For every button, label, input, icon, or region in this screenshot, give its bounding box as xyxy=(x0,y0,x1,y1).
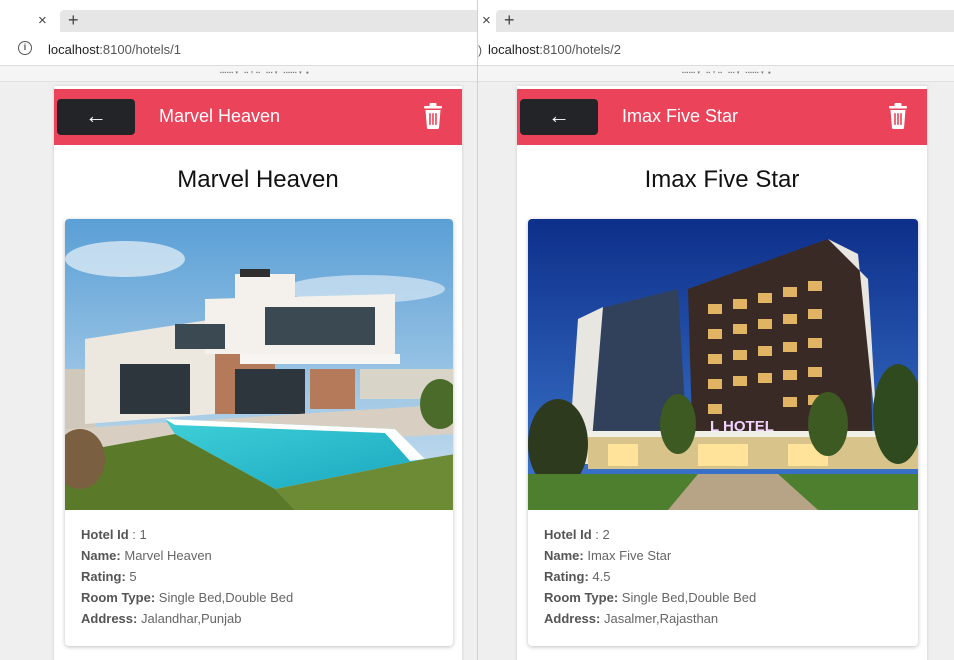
info-icon-partial: ) xyxy=(478,43,482,57)
back-button[interactable]: ← xyxy=(57,99,135,135)
hotel-rating-label: Rating: xyxy=(544,569,589,584)
trash-icon[interactable] xyxy=(887,102,909,130)
tab-strip xyxy=(496,10,954,32)
tab-bar: × + xyxy=(0,0,477,32)
hotel-card: L HOTEL Hotel Id : 2 Name: Imax Five Sta… xyxy=(528,219,918,646)
url-text[interactable]: localhost:8100/hotels/1 xyxy=(48,42,181,57)
url-host: localhost xyxy=(48,42,100,57)
close-tab-icon[interactable]: × xyxy=(38,13,47,28)
hotel-address-row: Address: Jalandhar,Punjab xyxy=(81,608,443,629)
app-viewport: ← Imax Five Star Imax Five Star L HOTEL … xyxy=(517,86,927,660)
hotel-room-type-row: Room Type: Single Bed,Double Bed xyxy=(544,587,908,608)
trash-icon[interactable] xyxy=(422,102,444,130)
page-title: Marvel Heaven xyxy=(177,166,339,193)
tab-strip xyxy=(60,10,477,32)
device-toolbar-controls[interactable]: ▪▪▪▪▪▪ ▾ ▪▪ × ▪▪ ▪▪▪ ▾ ▪▪▪▪▪▪ ▾ ● xyxy=(682,70,771,76)
browser-window-1: × + i localhost:8100/hotels/1 ▪▪▪▪▪▪ ▾ ▪… xyxy=(0,0,477,660)
page-title: Imax Five Star xyxy=(644,166,800,193)
hotel-room-type-label: Room Type: xyxy=(81,590,156,605)
hotel-id-value: : 2 xyxy=(591,527,610,542)
hotel-image: L HOTEL xyxy=(528,219,918,510)
tab-bar: × + xyxy=(478,0,954,32)
device-toolbar: ▪▪▪▪▪▪ ▾ ▪▪ × ▪▪ ▪▪▪ ▾ ▪▪▪▪▪▪ ▾ ● xyxy=(0,66,477,82)
hotel-address-value: Jalandhar,Punjab xyxy=(137,611,242,626)
hotel-details: Hotel Id : 1 Name: Marvel Heaven Rating:… xyxy=(81,524,443,629)
hotel-name-value: Marvel Heaven xyxy=(120,548,212,563)
hotel-rating-value: 4.5 xyxy=(588,569,611,584)
hotel-image xyxy=(65,219,453,510)
toolbar-title: Imax Five Star xyxy=(622,106,739,126)
hotel-id-label: Hotel Id xyxy=(544,527,592,542)
hotel-room-type-value: Single Bed,Double Bed xyxy=(618,590,757,605)
url-path: :8100/hotels/2 xyxy=(539,42,621,57)
hotel-room-type-label: Room Type: xyxy=(544,590,619,605)
hotel-id-row: Hotel Id : 1 xyxy=(81,524,443,545)
url-host: localhost xyxy=(488,42,540,57)
hotel-address-label: Address: xyxy=(81,611,138,626)
close-tab-icon[interactable]: × xyxy=(482,13,491,28)
hotel-rating-label: Rating: xyxy=(81,569,126,584)
hotel-room-type-row: Room Type: Single Bed,Double Bed xyxy=(81,587,443,608)
hotel-id-value: : 1 xyxy=(128,527,147,542)
browser-window-2: × + ) localhost:8100/hotels/2 ▪▪▪▪▪▪ ▾ ▪… xyxy=(477,0,954,660)
app-toolbar: ← Marvel Heaven xyxy=(54,89,462,145)
new-tab-icon[interactable]: + xyxy=(68,11,79,29)
info-icon[interactable]: i xyxy=(18,41,32,55)
back-arrow-icon: ← xyxy=(85,103,107,128)
url-text[interactable]: localhost:8100/hotels/2 xyxy=(488,42,621,57)
address-bar[interactable]: i localhost:8100/hotels/1 xyxy=(0,32,477,66)
hotel-name-value: Imax Five Star xyxy=(583,548,672,563)
device-toolbar: ▪▪▪▪▪▪ ▾ ▪▪ × ▪▪ ▪▪▪ ▾ ▪▪▪▪▪▪ ▾ ● xyxy=(478,66,954,82)
url-path: :8100/hotels/1 xyxy=(99,42,181,57)
hotel-address-value: Jasalmer,Rajasthan xyxy=(600,611,719,626)
new-tab-icon[interactable]: + xyxy=(504,11,515,29)
hotel-rating-row: Rating: 5 xyxy=(81,566,443,587)
hotel-name-label: Name: xyxy=(544,548,584,563)
back-button[interactable]: ← xyxy=(520,99,598,135)
hotel-name-row: Name: Imax Five Star xyxy=(544,545,908,566)
hotel-room-type-value: Single Bed,Double Bed xyxy=(155,590,294,605)
address-bar[interactable]: ) localhost:8100/hotels/2 xyxy=(478,32,954,66)
hotel-name-label: Name: xyxy=(81,548,121,563)
hotel-rating-value: 5 xyxy=(125,569,137,584)
hotel-rating-row: Rating: 4.5 xyxy=(544,566,908,587)
app-toolbar: ← Imax Five Star xyxy=(517,89,927,145)
back-arrow-icon: ← xyxy=(548,103,570,128)
hotel-details: Hotel Id : 2 Name: Imax Five Star Rating… xyxy=(544,524,908,629)
toolbar-title: Marvel Heaven xyxy=(159,106,281,126)
hotel-id-row: Hotel Id : 2 xyxy=(544,524,908,545)
device-toolbar-controls[interactable]: ▪▪▪▪▪▪ ▾ ▪▪ × ▪▪ ▪▪▪ ▾ ▪▪▪▪▪▪ ▾ ● xyxy=(220,70,309,76)
hotel-address-label: Address: xyxy=(544,611,601,626)
hotel-name-row: Name: Marvel Heaven xyxy=(81,545,443,566)
app-viewport: ← Marvel Heaven Marvel Heaven Hotel Id:… xyxy=(54,86,462,660)
hotel-sign-text: L HOTEL xyxy=(710,418,774,435)
hotel-address-row: Address: Jasalmer,Rajasthan xyxy=(544,608,908,629)
hotel-id-label: Hotel Id xyxy=(81,527,129,542)
hotel-card: Hotel Id : 1 Name: Marvel Heaven Rating:… xyxy=(65,219,453,646)
